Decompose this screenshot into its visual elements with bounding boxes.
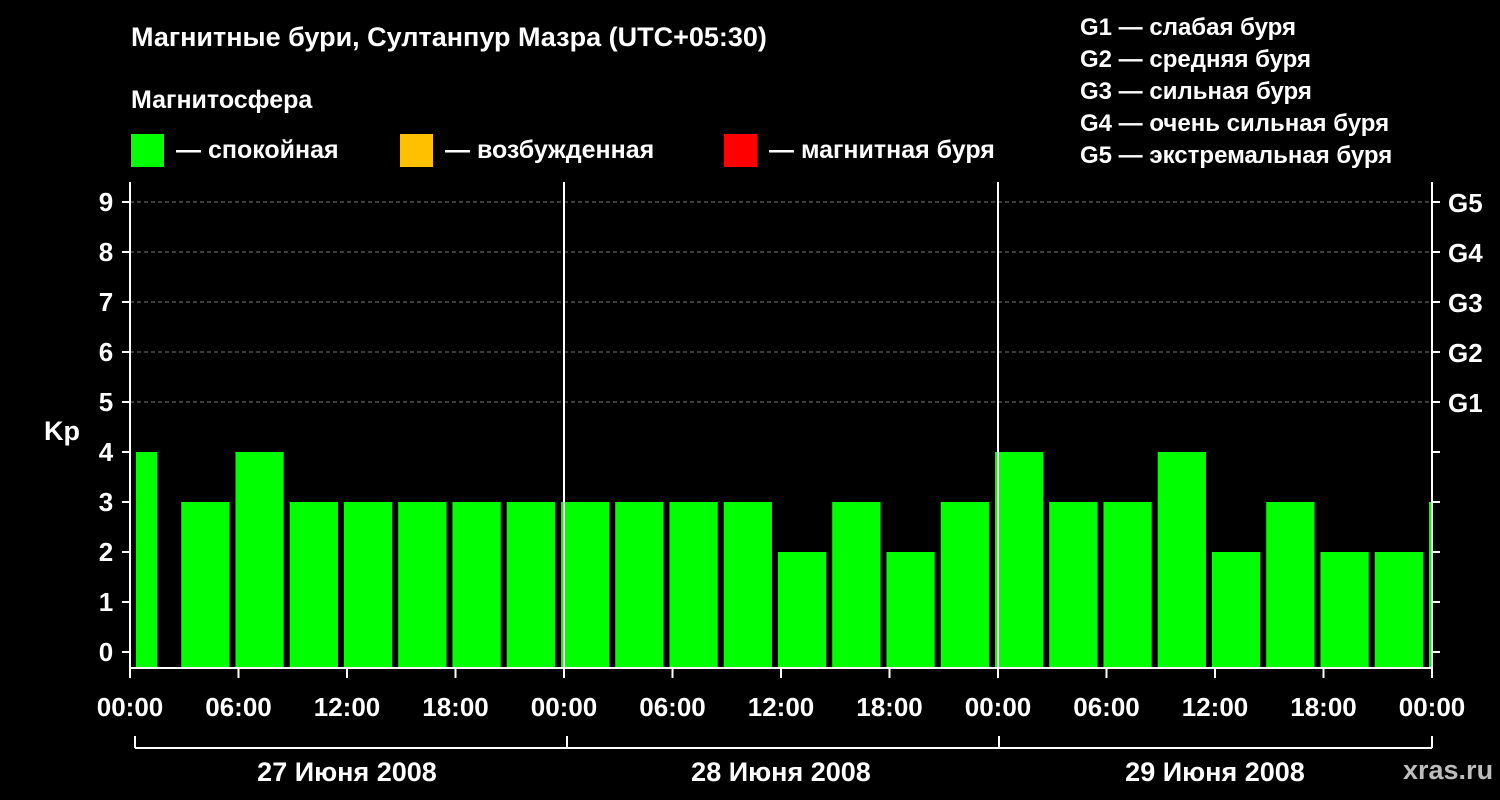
- kp-bar: [235, 452, 284, 668]
- kp-bar: [1049, 502, 1098, 668]
- x-tick-label: 06:00: [1073, 692, 1140, 722]
- y-tick-label: 1: [99, 587, 113, 617]
- g-level-label: G5: [1448, 188, 1483, 218]
- kp-bar: [1157, 452, 1206, 668]
- kp-bar: [994, 452, 1044, 668]
- kp-bar: [615, 502, 664, 668]
- g-level-label: G1: [1448, 388, 1483, 418]
- x-tick-label: 00:00: [1399, 692, 1466, 722]
- x-tick-label: 12:00: [314, 692, 381, 722]
- kp-bar: [1266, 502, 1315, 668]
- y-axis-label: Kp: [44, 416, 80, 446]
- x-tick-label: 18:00: [422, 692, 489, 722]
- y-tick-label: 8: [99, 237, 113, 267]
- x-tick-label: 06:00: [639, 692, 706, 722]
- y-tick-label: 9: [99, 187, 113, 217]
- x-tick-label: 00:00: [531, 692, 598, 722]
- x-tick-label: 12:00: [748, 692, 815, 722]
- kp-bar: [669, 502, 718, 668]
- kp-bar: [560, 502, 610, 668]
- kp-bar: [940, 502, 989, 668]
- y-tick-label: 3: [99, 487, 113, 517]
- x-tick-label: 12:00: [1182, 692, 1249, 722]
- y-tick-label: 0: [99, 637, 113, 667]
- day-label: 29 Июня 2008: [1125, 757, 1305, 787]
- kp-bar: [832, 502, 881, 668]
- y-tick-label: 4: [99, 437, 114, 467]
- kp-bar: [723, 502, 772, 668]
- kp-bar-chart: 0 1 2 3 4 5 6 7 8 9 Kp G1 G2 G3 G4 G5 00:00 06:00 12:00 18:…: [44, 182, 1483, 787]
- kp-bar: [452, 502, 501, 668]
- x-tick-label: 00:00: [965, 692, 1032, 722]
- kp-bar: [398, 502, 447, 668]
- y-tick-label: 2: [99, 537, 113, 567]
- kp-bar: [506, 502, 555, 668]
- g-level-label: G2: [1448, 338, 1483, 368]
- kp-bar: [289, 502, 338, 668]
- day-label: 27 Июня 2008: [257, 757, 437, 787]
- x-tick-label: 18:00: [1290, 692, 1357, 722]
- kp-bar: [1103, 502, 1152, 668]
- kp-bar: [1320, 552, 1369, 668]
- day-label: 28 Июня 2008: [691, 757, 871, 787]
- kp-bar: [343, 502, 393, 668]
- kp-bar: [777, 552, 827, 668]
- kp-bar: [1374, 552, 1423, 668]
- kp-bar: [1211, 552, 1261, 668]
- kp-bar: [886, 552, 935, 668]
- y-tick-label: 5: [99, 387, 113, 417]
- g-level-label: G4: [1448, 238, 1483, 268]
- watermark: xras.ru: [1403, 755, 1494, 785]
- x-tick-label: 06:00: [205, 692, 272, 722]
- kp-bar: [181, 502, 230, 668]
- x-tick-label: 18:00: [856, 692, 923, 722]
- x-tick-label: 00:00: [97, 692, 164, 722]
- y-tick-label: 6: [99, 337, 113, 367]
- kp-bar: [136, 452, 158, 668]
- y-tick-label: 7: [99, 287, 113, 317]
- g-level-label: G3: [1448, 288, 1483, 318]
